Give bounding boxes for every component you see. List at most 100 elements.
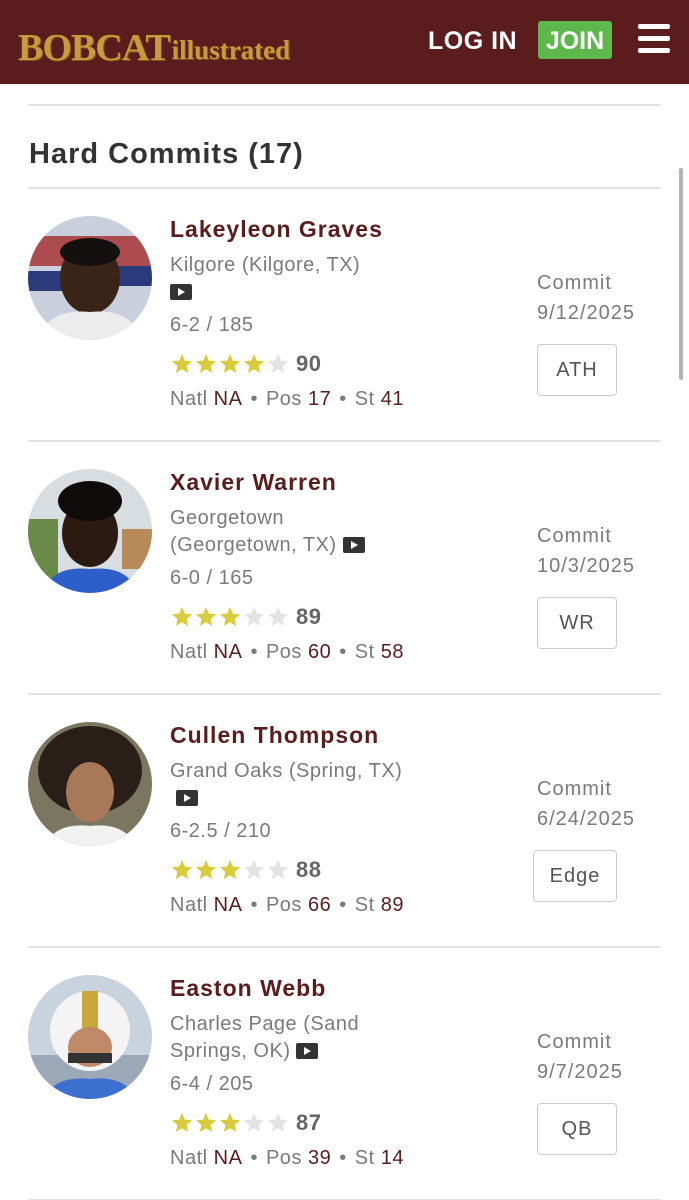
- st-label: St: [354, 894, 375, 916]
- star-filled-icon: [220, 354, 240, 373]
- star-empty-icon: [268, 607, 288, 626]
- natl-label: Natl: [170, 388, 208, 410]
- video-play-icon[interactable]: [296, 1043, 319, 1059]
- pos-label: Pos: [265, 1147, 302, 1169]
- star-rating: 90: [170, 351, 321, 377]
- commit-info: Commit 10/3/2025: [537, 521, 635, 581]
- natl-rank: NA: [213, 388, 243, 410]
- natl-label: Natl: [170, 1147, 208, 1169]
- player-school: Georgetown (Georgetown, TX): [170, 505, 410, 559]
- star-filled-icon: [172, 860, 192, 879]
- natl-label: Natl: [170, 894, 208, 916]
- star-filled-icon: [196, 607, 216, 626]
- commit-date: 9/12/2025: [537, 302, 635, 324]
- recruit-row[interactable]: Easton Webb Charles Page (Sand Springs, …: [0, 947, 689, 1199]
- commit-info: Commit 6/24/2025: [537, 774, 635, 834]
- player-school: Grand Oaks (Spring, TX): [170, 758, 410, 812]
- site-logo[interactable]: BOBCAT illustrated: [18, 14, 290, 70]
- video-play-icon[interactable]: [176, 790, 198, 806]
- login-link[interactable]: LOG IN: [428, 24, 517, 58]
- star-empty-icon: [268, 1113, 288, 1132]
- player-name[interactable]: Xavier Warren: [170, 469, 337, 496]
- pos-rank: 39: [307, 1147, 332, 1169]
- commit-label: Commit: [537, 778, 612, 800]
- school-text: Charles Page (Sand Springs, OK): [170, 1013, 360, 1062]
- pos-rank: 66: [307, 894, 332, 916]
- player-photo[interactable]: [28, 469, 152, 593]
- recruit-row[interactable]: Xavier Warren Georgetown (Georgetown, TX…: [0, 441, 689, 693]
- logo-main-text: BOBCAT: [18, 27, 171, 69]
- natl-rank: NA: [213, 641, 243, 663]
- top-nav-bar: BOBCAT illustrated LOG IN JOIN: [0, 0, 689, 84]
- video-play-icon[interactable]: [342, 537, 365, 553]
- star-filled-icon: [220, 1113, 240, 1132]
- player-name[interactable]: Cullen Thompson: [170, 722, 379, 749]
- star-empty-icon: [244, 1113, 264, 1132]
- state-rank: 41: [380, 388, 404, 410]
- position-badge[interactable]: Edge: [533, 850, 617, 902]
- position-badge[interactable]: QB: [537, 1103, 617, 1155]
- star-filled-icon: [196, 1113, 216, 1132]
- star-empty-icon: [268, 354, 288, 373]
- star-filled-icon: [244, 354, 264, 373]
- pos-rank: 60: [307, 641, 332, 663]
- rankings: Natl NA • Pos 66 • St 89: [170, 894, 404, 916]
- position-badge[interactable]: ATH: [537, 344, 617, 396]
- star-filled-icon: [220, 607, 240, 626]
- player-photo[interactable]: [28, 216, 152, 340]
- video-play-icon[interactable]: [170, 284, 192, 300]
- pos-label: Pos: [265, 894, 302, 916]
- pos-label: Pos: [265, 388, 302, 410]
- player-photo[interactable]: [28, 722, 152, 846]
- star-rating: 87: [170, 1110, 321, 1136]
- position-badge[interactable]: WR: [537, 597, 617, 649]
- rating-score: 90: [296, 351, 322, 376]
- commit-label: Commit: [537, 1031, 612, 1053]
- star-filled-icon: [196, 860, 216, 879]
- height-weight: 6-2 / 185: [170, 314, 254, 336]
- scrollbar-thumb[interactable]: [679, 168, 683, 380]
- state-rank: 58: [380, 641, 404, 663]
- commit-date: 9/7/2025: [537, 1061, 623, 1083]
- commit-label: Commit: [537, 272, 612, 294]
- natl-rank: NA: [213, 1147, 243, 1169]
- logo-sub-text: illustrated: [171, 35, 291, 65]
- commit-date: 10/3/2025: [537, 555, 635, 577]
- rankings: Natl NA • Pos 17 • St 41: [170, 388, 404, 410]
- star-filled-icon: [172, 607, 192, 626]
- join-button[interactable]: JOIN: [538, 21, 612, 59]
- school-text: Kilgore (Kilgore, TX): [170, 254, 361, 276]
- star-empty-icon: [244, 607, 264, 626]
- player-name[interactable]: Easton Webb: [170, 975, 326, 1002]
- st-label: St: [354, 641, 375, 663]
- rankings: Natl NA • Pos 60 • St 58: [170, 641, 404, 663]
- rating-score: 88: [296, 857, 322, 882]
- star-rating: 89: [170, 604, 321, 630]
- divider: [28, 104, 661, 106]
- player-school: Kilgore (Kilgore, TX): [170, 252, 410, 306]
- star-filled-icon: [172, 354, 192, 373]
- star-filled-icon: [172, 1113, 192, 1132]
- star-filled-icon: [196, 354, 216, 373]
- section-title: Hard Commits (17): [29, 138, 304, 170]
- rating-score: 87: [296, 1110, 322, 1135]
- natl-label: Natl: [170, 641, 208, 663]
- pos-label: Pos: [265, 641, 302, 663]
- st-label: St: [354, 1147, 375, 1169]
- natl-rank: NA: [213, 894, 243, 916]
- rankings: Natl NA • Pos 39 • St 14: [170, 1147, 404, 1169]
- star-rating: 88: [170, 857, 321, 883]
- player-name[interactable]: Lakeyleon Graves: [170, 216, 383, 243]
- height-weight: 6-2.5 / 210: [170, 820, 272, 842]
- height-weight: 6-4 / 205: [170, 1073, 254, 1095]
- hamburger-menu-icon[interactable]: [638, 24, 670, 54]
- star-empty-icon: [268, 860, 288, 879]
- state-rank: 14: [380, 1147, 404, 1169]
- player-photo[interactable]: [28, 975, 152, 1099]
- commit-label: Commit: [537, 525, 612, 547]
- recruit-row[interactable]: Lakeyleon Graves Kilgore (Kilgore, TX) 6…: [0, 188, 689, 440]
- recruit-row[interactable]: Cullen Thompson Grand Oaks (Spring, TX) …: [0, 694, 689, 946]
- pos-rank: 17: [307, 388, 332, 410]
- star-filled-icon: [220, 860, 240, 879]
- height-weight: 6-0 / 165: [170, 567, 254, 589]
